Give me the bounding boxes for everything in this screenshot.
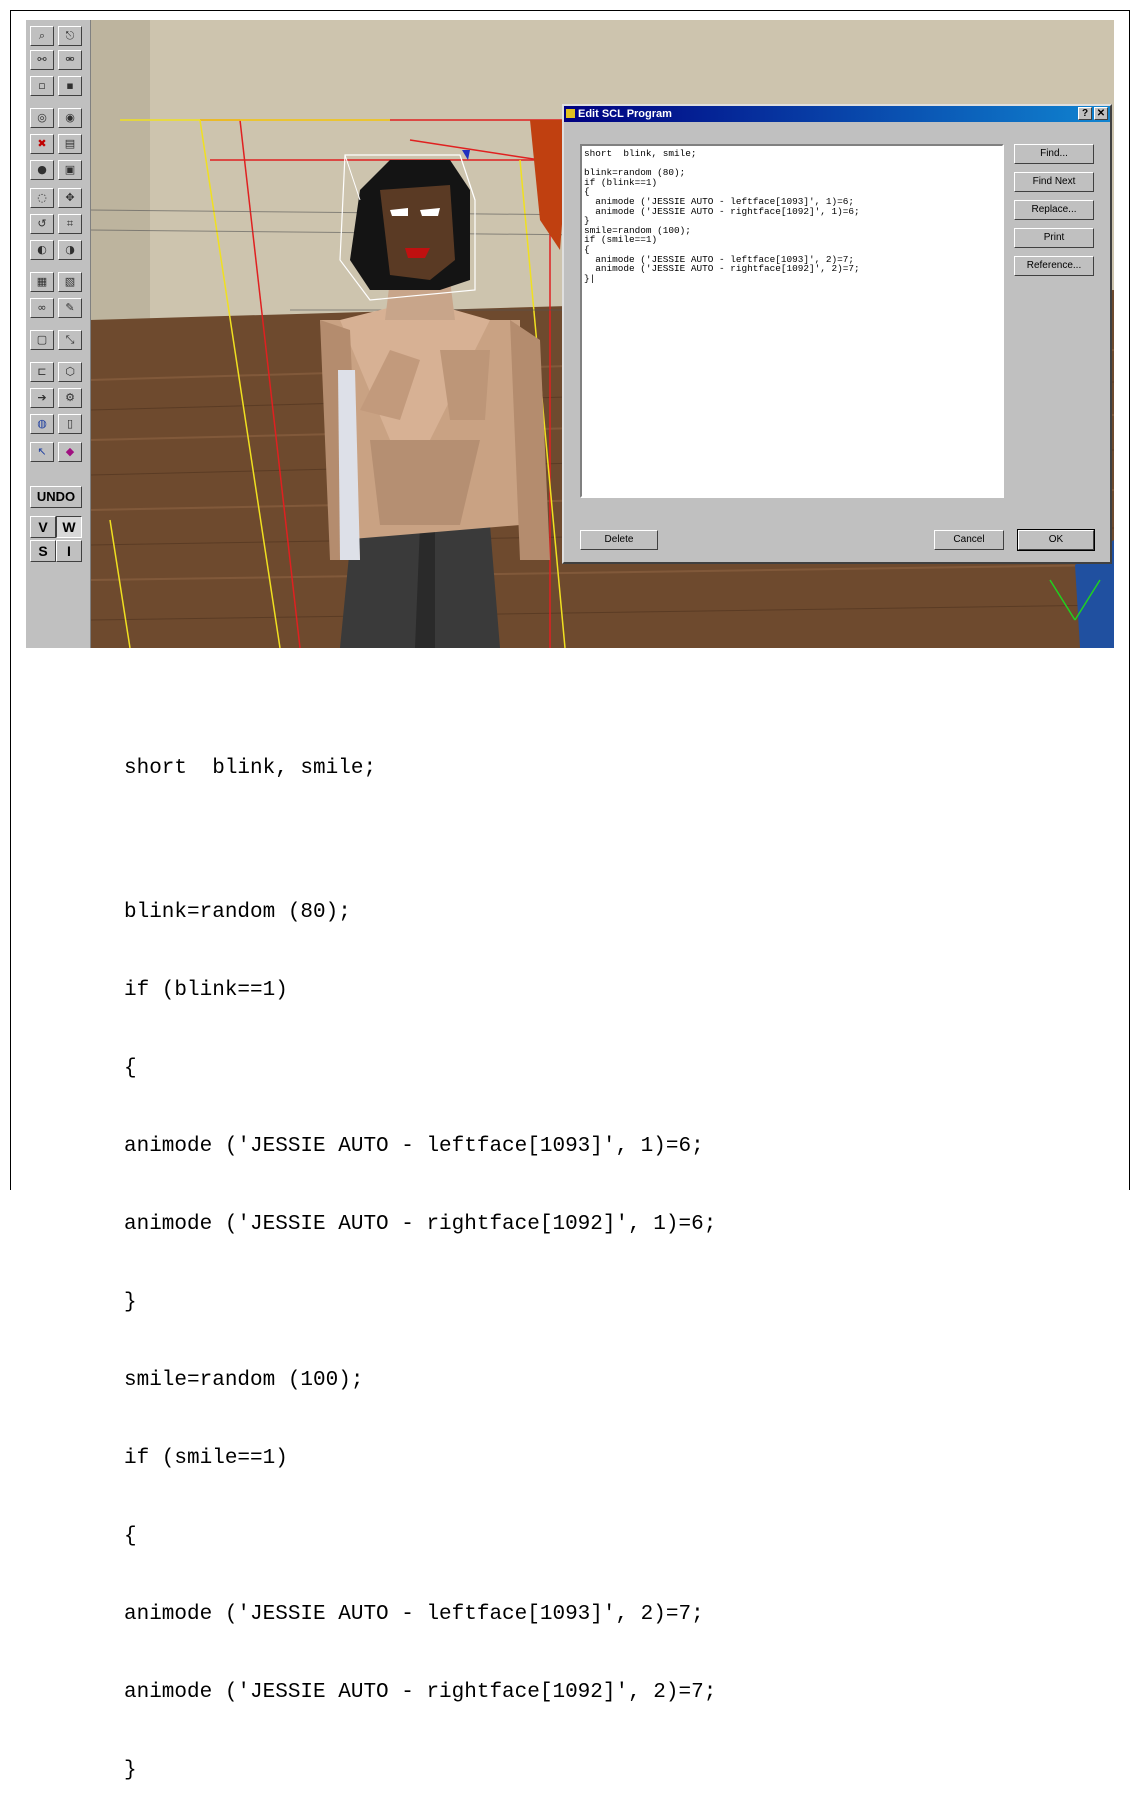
code-listing: short blink, smile; blink=random (80); i… [124, 704, 716, 1810]
texture-icon[interactable]: ▦ [30, 272, 54, 292]
code-line: { [124, 1525, 137, 1548]
code-line: { [124, 1057, 137, 1080]
ok-button[interactable]: OK [1017, 529, 1095, 551]
dialog-titlebar[interactable]: Edit SCL Program ? ✕ [564, 106, 1110, 122]
print-button[interactable]: Print [1014, 228, 1094, 248]
help-pointer-icon[interactable]: ↖ [30, 442, 54, 462]
brush-icon[interactable]: ✎ [58, 298, 82, 318]
export-icon[interactable]: ⎋ [58, 26, 82, 46]
sphere-icon[interactable]: ● [30, 160, 54, 180]
code-line: animode ('JESSIE AUTO - leftface[1093]',… [124, 1135, 704, 1158]
light-icon[interactable]: ◌ [30, 188, 54, 208]
left-toolbar: ⌕ ⎋ ⚯ ⚮ ▫ ▪ ◎ ◉ ✖ ▤ ● ▣ ◌ ✥ ↺ ⌗ ◐ ◑ ▦ ▧ … [26, 20, 91, 648]
object-icon[interactable]: ◎ [30, 108, 54, 128]
reference-button[interactable]: Reference... [1014, 256, 1094, 276]
delete-button[interactable]: Delete [580, 530, 658, 550]
unlink-icon[interactable]: ⚮ [58, 50, 82, 70]
code-line: if (blink==1) [124, 979, 288, 1002]
code-line: blink=random (80); [124, 901, 351, 924]
delete-icon[interactable]: ✖ [30, 134, 54, 154]
code-line: short blink, smile; [124, 757, 377, 780]
code-line: if (smile==1) [124, 1447, 288, 1470]
edit-scl-dialog: Edit SCL Program ? ✕ short blink, smile;… [562, 104, 1112, 564]
resize-icon[interactable]: ⤡ [58, 330, 82, 350]
rotate-icon[interactable]: ↺ [30, 214, 54, 234]
cube-icon[interactable]: ▣ [58, 160, 82, 180]
find-button[interactable]: Find... [1014, 144, 1094, 164]
link-icon[interactable]: ⚯ [30, 50, 54, 70]
camera-icon[interactable]: ◐ [30, 240, 54, 260]
app-icon [566, 109, 575, 118]
code-line: animode ('JESSIE AUTO - rightface[1092]'… [124, 1213, 717, 1236]
code-editor-text: short blink, smile; blink=random (80); i… [584, 148, 860, 284]
gear-icon[interactable]: ⚙ [58, 388, 82, 408]
globe-icon[interactable]: ◍ [30, 414, 54, 434]
xyz-icon[interactable]: ⌗ [58, 214, 82, 234]
screenshot-3d-editor: ⌕ ⎋ ⚯ ⚮ ▫ ▪ ◎ ◉ ✖ ▤ ● ▣ ◌ ✥ ↺ ⌗ ◐ ◑ ▦ ▧ … [26, 20, 1114, 648]
find-next-button[interactable]: Find Next [1014, 172, 1094, 192]
view-v-button[interactable]: V [30, 516, 56, 538]
view-w-button[interactable]: W [56, 516, 82, 538]
group-icon[interactable]: ▫ [30, 76, 54, 96]
zoom-icon[interactable]: ⌕ [30, 26, 54, 46]
path-icon[interactable]: ∞ [30, 298, 54, 318]
cancel-button[interactable]: Cancel [934, 530, 1004, 550]
properties-icon[interactable]: ▤ [58, 134, 82, 154]
code-editor[interactable]: short blink, smile; blink=random (80); i… [580, 144, 1004, 498]
close-button[interactable]: ✕ [1094, 107, 1108, 120]
help-button[interactable]: ? [1078, 107, 1092, 120]
view-s-button[interactable]: S [30, 540, 56, 562]
object-copy-icon[interactable]: ◉ [58, 108, 82, 128]
code-line: } [124, 1759, 137, 1782]
arrow-right-icon[interactable]: ➔ [30, 388, 54, 408]
code-line: smile=random (100); [124, 1369, 364, 1392]
replace-button[interactable]: Replace... [1014, 200, 1094, 220]
dialog-title: Edit SCL Program [578, 108, 672, 120]
undo-button[interactable]: UNDO [30, 486, 82, 508]
view-i-button[interactable]: I [56, 540, 82, 562]
move-icon[interactable]: ✥ [58, 188, 82, 208]
material-icon[interactable]: ▧ [58, 272, 82, 292]
book-icon[interactable]: ▯ [58, 414, 82, 434]
ungroup-icon[interactable]: ▪ [58, 76, 82, 96]
code-line: animode ('JESSIE AUTO - rightface[1092]'… [124, 1681, 717, 1704]
frame-icon[interactable]: ▢ [30, 330, 54, 350]
paint-icon[interactable]: ◆ [58, 442, 82, 462]
code-line: } [124, 1291, 137, 1314]
view-icon[interactable]: ◑ [58, 240, 82, 260]
shape-icon[interactable]: ⬡ [58, 362, 82, 382]
code-line: animode ('JESSIE AUTO - leftface[1093]',… [124, 1603, 704, 1626]
pointer-icon[interactable]: ⊏ [30, 362, 54, 382]
